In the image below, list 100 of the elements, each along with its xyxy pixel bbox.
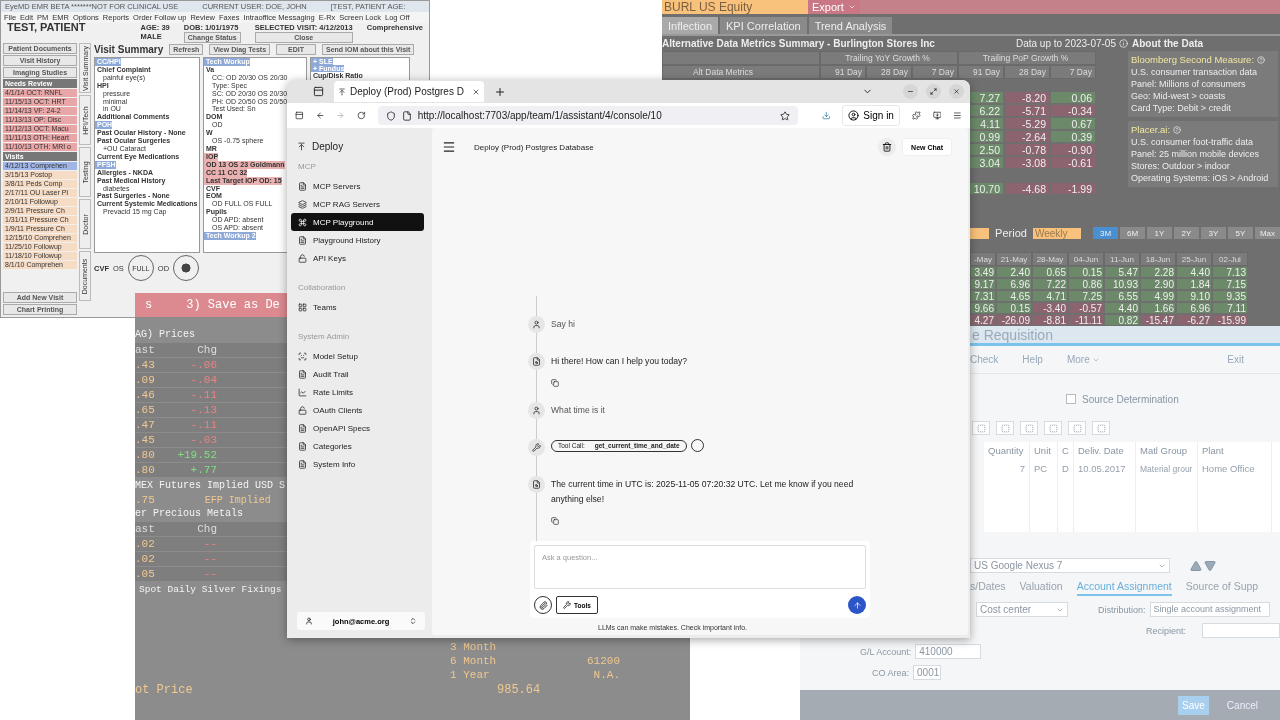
download-icon[interactable] [821, 110, 831, 121]
deploy-icon [297, 141, 306, 151]
table-cell: 7 [984, 460, 1030, 478]
bookmark-icon[interactable] [779, 110, 790, 121]
sign-in-button[interactable]: Sign in [842, 105, 900, 126]
browser-tab[interactable]: Deploy (Prod) Postgres D [334, 81, 484, 102]
document-icon [298, 369, 307, 379]
table-cell: D [1058, 460, 1074, 478]
sidebar-item[interactable]: Categories [291, 437, 424, 455]
extensions-icon[interactable] [911, 110, 921, 121]
report-title: Alternative Data Metrics Summary - Burlington Stores Inc [662, 37, 936, 49]
price-cell-text: .45 [135, 433, 156, 448]
sidebar-item[interactable]: OAuth Clients [291, 401, 424, 419]
sidebar-item[interactable]: API Keys [291, 249, 424, 267]
sidebar-item[interactable]: MCP RAG Servers [291, 195, 424, 213]
close-button[interactable] [949, 84, 964, 99]
chevrons-icon [409, 617, 417, 625]
price-cell-text: -.13 [189, 403, 217, 418]
document-search-icon [532, 480, 541, 489]
column-header: Unit [1030, 442, 1058, 460]
maximize-button[interactable] [926, 84, 941, 99]
about-heading: About the Data [1132, 37, 1205, 49]
source-detail: Operating Systems: iOS > Android [1131, 171, 1270, 184]
column-group-header: Trailing YoY Growth % [820, 50, 958, 65]
source-name: Placer.ai: [1131, 123, 1171, 136]
sidebar-item[interactable]: MCP Playground [291, 213, 424, 231]
field-label: Distribution: [1098, 604, 1146, 615]
reload-icon[interactable] [357, 110, 366, 121]
new-tab-icon[interactable] [494, 85, 506, 98]
checkbox-label: Source Determination [1082, 393, 1179, 405]
period-label: Period [995, 227, 1027, 240]
column-header: Plant [1198, 442, 1272, 460]
checkbox[interactable] [1066, 394, 1076, 404]
page-icon [401, 110, 412, 121]
window-title: e Requisition [972, 327, 1053, 343]
sidebar-item[interactable]: Model Setup [291, 347, 424, 365]
minimize-button[interactable] [903, 84, 918, 99]
price-cell-text: .02 [135, 552, 156, 567]
tab-list-icon[interactable] [313, 86, 324, 97]
sidebar-icon[interactable] [295, 110, 304, 121]
address-bar[interactable]: http://localhost:7703/app/team/1/assistant/4/console/10 [377, 106, 798, 125]
column-header: 02-Jul [1212, 252, 1248, 266]
column-group-header: Trailing PoP Growth % [958, 50, 1096, 65]
data-date: Data up to 2023-07-05 [1015, 37, 1116, 49]
column-header: Deliv. Date [1074, 442, 1136, 460]
down-arrow-icon[interactable] [1204, 559, 1216, 572]
close-icon [953, 88, 960, 95]
price-cell-text: -- [202, 537, 217, 552]
copy-icon[interactable] [551, 379, 559, 387]
menu-icon[interactable] [953, 110, 962, 121]
source-detail: Panel: 25 million mobile devices [1131, 147, 1261, 160]
column-header: 28-May [1032, 252, 1068, 266]
price-cell-text: .80 [135, 463, 156, 478]
sidebar-item[interactable]: MCP Servers [291, 177, 424, 195]
column-header: C [1058, 442, 1074, 460]
chat-title: Deploy (Prod) Postgres Database [474, 142, 595, 152]
document-icon [298, 441, 307, 451]
grid-icon [298, 302, 307, 312]
column-header: Matl Group [1136, 442, 1198, 460]
document-search-icon [532, 357, 541, 366]
sidebar-item[interactable]: Teams [291, 298, 424, 316]
column-header: Chg [196, 343, 217, 358]
sidebar-item[interactable]: Rate Limits [291, 383, 424, 401]
field-label: CO Area: [872, 667, 909, 678]
column-header: ast [135, 522, 156, 537]
delete-button[interactable] [878, 138, 897, 156]
price-cell-text: N.A. [592, 669, 620, 683]
sidebar-item[interactable]: OpenAPI Specs [291, 419, 424, 437]
table-cell: Material grour [1136, 460, 1198, 478]
price-cell-text: -- [202, 567, 217, 582]
back-icon[interactable] [315, 110, 325, 121]
up-arrow-icon[interactable] [1190, 559, 1202, 572]
sidebar-item[interactable]: System Info [291, 455, 424, 473]
patient-name: TEST, PATIENT [7, 23, 86, 32]
table-cell: PC [1030, 460, 1058, 478]
close-icon[interactable] [472, 87, 480, 96]
price-cell-text: -.04 [189, 373, 217, 388]
recipient-field[interactable] [1202, 623, 1280, 638]
maximize-icon [930, 88, 937, 95]
selector-field[interactable] [970, 227, 990, 239]
price-cell-text: .47 [135, 418, 156, 433]
source-detail: U.S. consumer transaction data [1131, 65, 1259, 78]
attach-button[interactable] [534, 596, 552, 614]
message-text: Say hi [551, 318, 576, 331]
sidebar-item[interactable]: Audit Trail [291, 365, 424, 383]
sidebar-item[interactable]: Playground History [291, 231, 424, 249]
copy-icon[interactable] [551, 517, 559, 525]
monitor-icon[interactable] [932, 110, 942, 121]
ticker-field[interactable]: BURL US Equity [662, 0, 808, 14]
message-text: The current time in UTC is: 2025-11-05 07:20:32 UTC. Let me know if you need anything else! [551, 478, 855, 506]
price-cell-text: .43 [135, 358, 156, 373]
user-icon [532, 406, 541, 415]
send-button[interactable] [848, 596, 866, 614]
section-title: MEX Futures Implied USD S [135, 479, 286, 493]
arrow-up-icon [852, 600, 862, 610]
price-cell-text: -.06 [189, 358, 217, 373]
menu-icon[interactable] [442, 140, 456, 154]
document-icon [298, 235, 307, 245]
table-cell: 10.05.2017 [1074, 460, 1136, 478]
price-cell: .75 [135, 494, 155, 506]
